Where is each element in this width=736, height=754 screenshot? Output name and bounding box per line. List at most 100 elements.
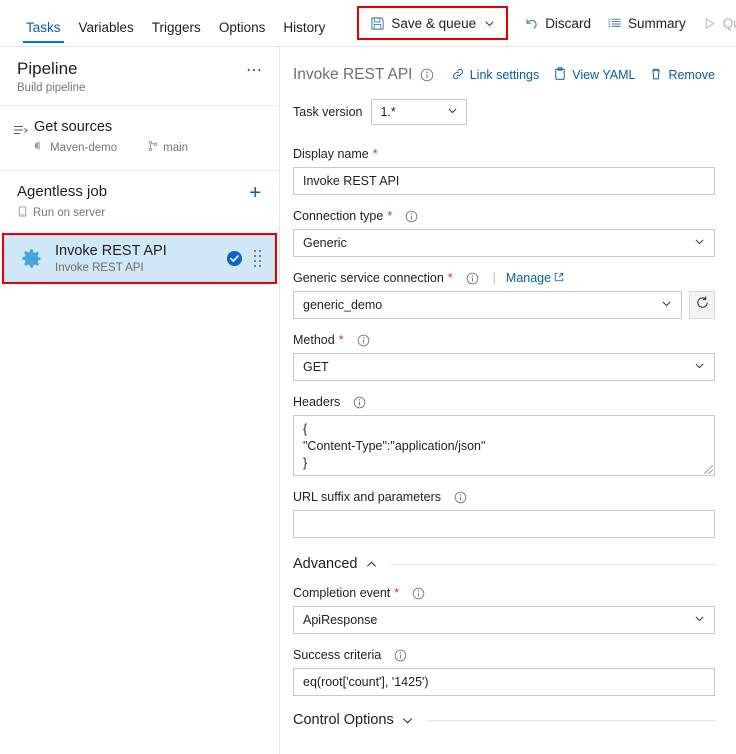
tab-history-label: History <box>283 20 326 35</box>
main-body: Pipeline Build pipeline ⋯ Get sources Ma… <box>0 47 736 754</box>
headers-label: Headers <box>293 395 341 409</box>
completion-event-select[interactable]: ApiResponse <box>293 606 715 634</box>
panel-header: Invoke REST API Link settings View YAML <box>293 47 716 84</box>
info-icon[interactable] <box>357 334 370 347</box>
method-select[interactable]: GET <box>293 353 715 381</box>
link-settings-label: Link settings <box>469 68 540 82</box>
sources-icon <box>8 119 34 139</box>
play-icon <box>702 16 717 31</box>
task-title: Invoke REST API <box>55 242 167 259</box>
tab-history[interactable]: History <box>274 21 334 47</box>
generic-service-connection-select[interactable]: generic_demo <box>293 291 682 319</box>
pipeline-title: Pipeline <box>17 59 78 78</box>
task-version-value: 1.* <box>380 105 396 119</box>
advanced-section-header[interactable]: Advanced <box>293 556 716 572</box>
pipeline-subtitle: Build pipeline <box>17 81 86 94</box>
view-yaml-button[interactable]: View YAML <box>553 66 636 84</box>
headers-textarea[interactable]: { "Content-Type":"application/json" } <box>293 415 715 476</box>
trash-icon <box>649 67 663 84</box>
info-icon[interactable] <box>466 272 479 285</box>
connection-type-label-row: Connection type * <box>293 209 716 223</box>
sidebar-item-get-sources[interactable]: Get sources Maven-demo main <box>0 106 279 171</box>
completion-event-value: ApiResponse <box>303 613 378 627</box>
chevron-down-icon <box>694 613 705 627</box>
yaml-clipboard-icon <box>553 66 567 84</box>
manage-link[interactable]: Manage <box>506 271 564 285</box>
discard-button[interactable]: Discard <box>516 11 599 36</box>
method-label-row: Method * <box>293 333 716 347</box>
drag-handle-icon[interactable] <box>254 249 264 269</box>
git-repo-icon <box>34 139 46 157</box>
tab-triggers[interactable]: Triggers <box>143 21 210 47</box>
remove-label: Remove <box>668 68 715 82</box>
sidebar-item-invoke-rest-api[interactable]: Invoke REST API Invoke REST API <box>4 234 275 283</box>
success-criteria-input[interactable]: eq(root['count'], '1425') <box>293 668 715 696</box>
queue-label: Queue <box>722 15 736 31</box>
get-sources-main: Get sources Maven-demo main <box>34 119 265 157</box>
sidebar-item-agentless-job[interactable]: Agentless job Run on server + <box>0 171 279 233</box>
summary-label: Summary <box>627 15 686 31</box>
control-options-section-header[interactable]: Control Options <box>293 712 716 728</box>
field-headers: Headers { "Content-Type":"application/js… <box>293 395 716 476</box>
task-version-select[interactable]: 1.* <box>371 99 468 125</box>
pipeline-header-texts: Pipeline Build pipeline <box>17 59 244 94</box>
server-icon <box>17 204 28 222</box>
info-icon[interactable] <box>420 68 434 82</box>
summary-button[interactable]: Summary <box>599 11 694 36</box>
required-marker: * <box>387 209 393 223</box>
url-suffix-label: URL suffix and parameters <box>293 490 441 504</box>
display-name-input[interactable]: Invoke REST API <box>293 167 715 195</box>
info-icon[interactable] <box>394 649 407 662</box>
remove-button[interactable]: Remove <box>649 67 715 84</box>
connection-type-select[interactable]: Generic <box>293 229 715 257</box>
info-icon[interactable] <box>454 491 467 504</box>
required-marker: * <box>338 333 344 347</box>
tab-triggers-label: Triggers <box>151 20 201 35</box>
ellipsis-icon[interactable]: ⋯ <box>244 59 265 83</box>
tab-tasks[interactable]: Tasks <box>17 21 70 47</box>
url-suffix-input[interactable] <box>293 510 715 538</box>
link-icon <box>451 67 465 84</box>
method-label: Method <box>293 333 335 347</box>
field-display-name: Display name * Invoke REST API <box>293 147 716 195</box>
selected-task-highlight: Invoke REST API Invoke REST API <box>2 232 277 285</box>
branch-icon <box>147 139 159 157</box>
agentless-job-main: Agentless job Run on server <box>17 183 247 222</box>
refresh-connections-button[interactable] <box>689 291 715 319</box>
field-completion-event: Completion event * ApiResponse <box>293 586 716 634</box>
tab-variables[interactable]: Variables <box>70 21 143 47</box>
completion-event-label-row: Completion event * <box>293 586 716 600</box>
tab-options[interactable]: Options <box>210 21 275 47</box>
save-and-queue-button[interactable]: Save & queue <box>362 11 503 36</box>
chevron-down-icon <box>661 298 672 312</box>
save-icon <box>370 16 385 31</box>
generic-service-connection-value: generic_demo <box>303 298 383 312</box>
undo-icon <box>524 16 539 31</box>
get-sources-branch: main <box>163 141 189 154</box>
method-value: GET <box>303 360 329 374</box>
connection-type-label: Connection type <box>293 209 384 223</box>
view-yaml-label: View YAML <box>572 68 636 82</box>
info-icon[interactable] <box>353 396 366 409</box>
chevron-down-icon[interactable] <box>484 18 495 29</box>
field-method: Method * GET <box>293 333 716 381</box>
link-settings-button[interactable]: Link settings <box>451 67 539 84</box>
list-icon <box>607 16 622 31</box>
plus-icon[interactable]: + <box>247 183 263 203</box>
command-bar: Save & queue Discard Summary Queue <box>355 0 736 47</box>
section-rule <box>390 563 716 565</box>
section-rule <box>426 719 716 721</box>
info-icon[interactable] <box>405 210 418 223</box>
refresh-icon <box>695 295 710 315</box>
chevron-down-icon <box>694 360 705 374</box>
tab-bar: Tasks Variables Triggers Options History <box>0 0 334 47</box>
control-options-title: Control Options <box>293 712 394 728</box>
required-marker: * <box>447 271 453 285</box>
url-suffix-label-row: URL suffix and parameters <box>293 490 716 504</box>
agentless-job-title: Agentless job <box>17 182 108 200</box>
queue-button: Queue <box>694 11 736 36</box>
tab-options-label: Options <box>218 20 266 35</box>
info-icon[interactable] <box>412 587 425 600</box>
headers-label-row: Headers <box>293 395 716 409</box>
display-name-value: Invoke REST API <box>303 174 400 188</box>
